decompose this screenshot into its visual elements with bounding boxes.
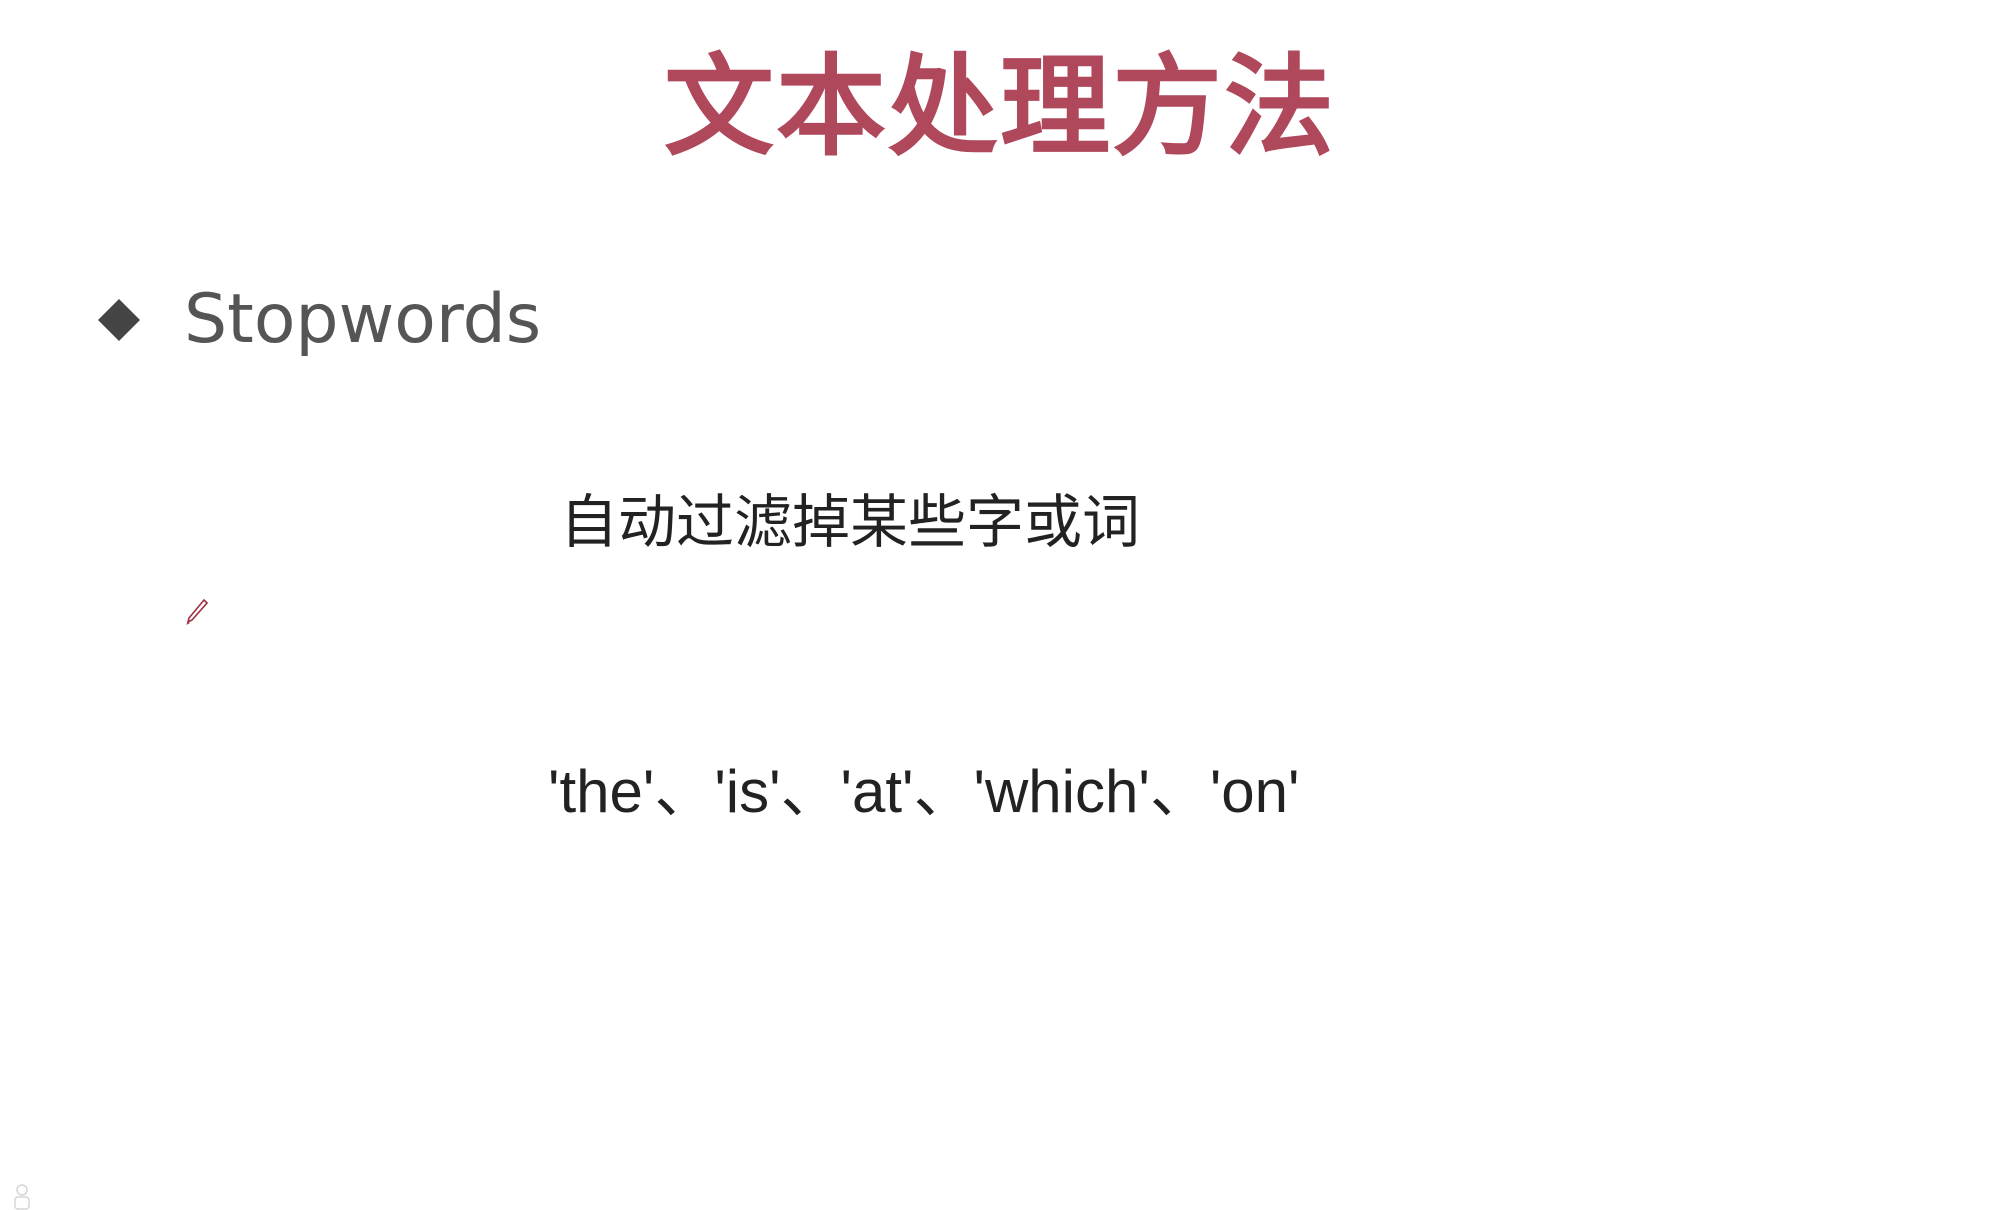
pen-cursor-icon <box>184 598 209 626</box>
slide-title: 文本处理方法 <box>664 43 1336 171</box>
presenter-icon <box>12 1184 32 1210</box>
slide: 文本处理方法 Stopwords 自动过滤掉某些字或词 'the'、'is'、'… <box>0 0 2000 1210</box>
stopwords-description: 自动过滤掉某些字或词 <box>560 488 1141 556</box>
diamond-bullet-icon <box>98 299 140 341</box>
bullet-label: Stopwords <box>184 280 542 359</box>
bullet-item-stopwords: Stopwords <box>90 275 541 365</box>
stopwords-examples: 'the'、'is'、'at'、'which'、'on' <box>548 758 1300 825</box>
